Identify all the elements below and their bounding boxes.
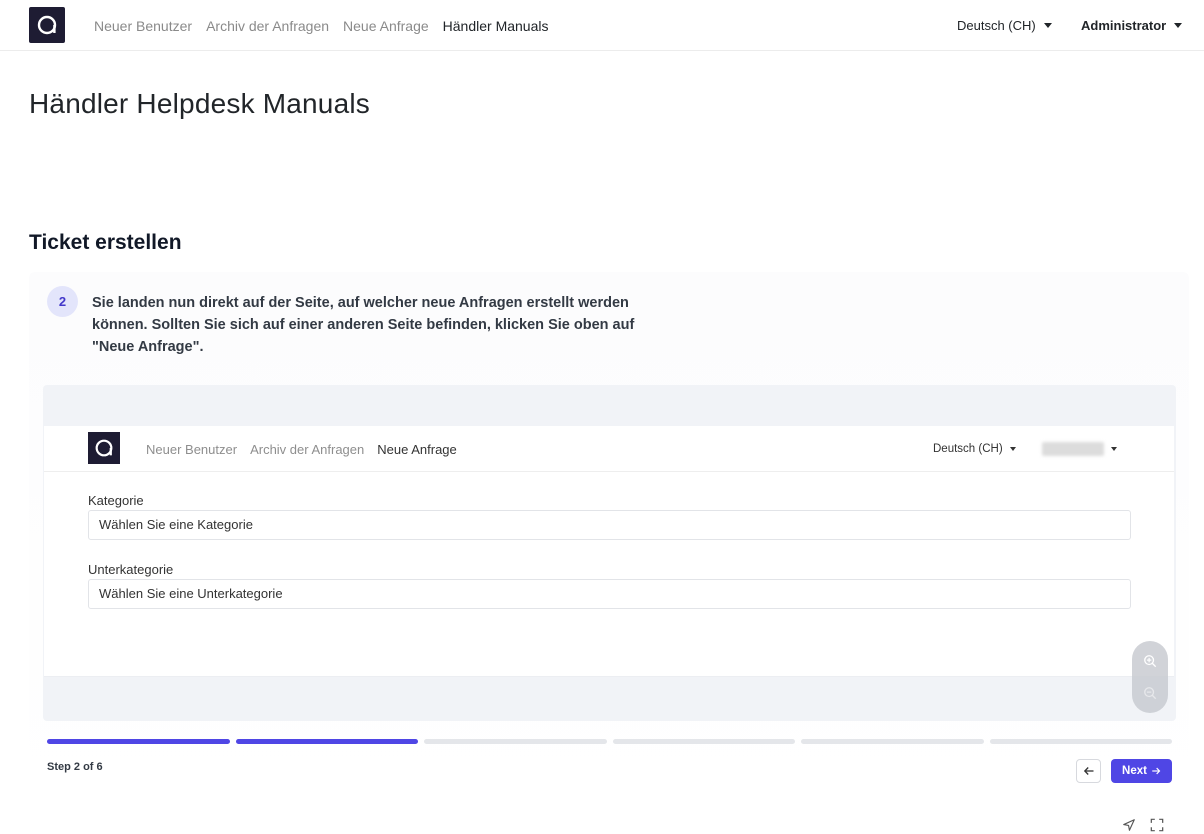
progress-segment — [424, 739, 607, 744]
screenshot-nav-new-request: Neue Anfrage — [377, 441, 457, 457]
top-navbar: Neuer Benutzer Archiv der Anfragen Neue … — [0, 0, 1204, 51]
fullscreen-button[interactable] — [1149, 817, 1165, 833]
user-name: Administrator — [1081, 18, 1167, 33]
redacted-user-name — [1042, 442, 1104, 456]
caret-down-icon — [1174, 23, 1183, 28]
logo-icon — [95, 439, 113, 457]
screenshot-nav-new-user: Neuer Benutzer — [146, 441, 238, 457]
screenshot-category-select: Wählen Sie eine Kategorie — [88, 510, 1131, 540]
screenshot-user-menu — [1042, 426, 1117, 472]
step-number-badge: 2 — [47, 286, 78, 317]
user-menu-dropdown[interactable]: Administrator — [1081, 0, 1183, 51]
logo-icon — [37, 15, 57, 35]
screenshot-subcategory-label: Unterkategorie — [88, 562, 174, 577]
screenshot-category-label: Kategorie — [88, 493, 144, 508]
zoom-out-icon — [1144, 687, 1157, 700]
progress-segment — [235, 739, 418, 744]
progress-segment — [801, 739, 984, 744]
caret-down-icon — [1009, 447, 1016, 451]
main-nav: Neuer Benutzer Archiv der Anfragen Neue … — [94, 0, 549, 51]
nav-link-new-user[interactable]: Neuer Benutzer — [94, 18, 192, 34]
language-dropdown[interactable]: Deutsch (CH) — [957, 0, 1052, 51]
step-counter: Step 2 of 6 — [47, 761, 103, 773]
fullscreen-icon — [1150, 818, 1164, 832]
zoom-in-button[interactable] — [1132, 643, 1168, 679]
arrow-right-icon — [1152, 767, 1161, 775]
next-step-button[interactable]: Next — [1111, 759, 1172, 783]
progress-segment — [612, 739, 795, 744]
caret-down-icon — [1043, 23, 1052, 28]
arrow-left-icon — [1083, 767, 1093, 775]
progress-segment — [989, 739, 1172, 744]
screenshot-nav-links: Neuer Benutzer Archiv der Anfragen Neue … — [146, 426, 457, 472]
page-title: Händler Helpdesk Manuals — [29, 88, 370, 119]
next-button-label: Next — [1122, 765, 1147, 777]
navigation-arrow-icon — [1123, 819, 1135, 831]
caret-down-icon — [1111, 447, 1117, 451]
step-progress-bar — [47, 739, 1172, 744]
screenshot-language-dropdown: Deutsch (CH) — [933, 426, 1016, 472]
zoom-controls — [1132, 641, 1168, 713]
language-label: Deutsch (CH) — [957, 18, 1036, 33]
screenshot-navbar: Neuer Benutzer Archiv der Anfragen Neue … — [44, 426, 1174, 472]
section-title: Ticket erstellen — [29, 231, 182, 254]
nav-link-dealer-manuals[interactable]: Händler Manuals — [443, 18, 549, 34]
nav-link-new-request[interactable]: Neue Anfrage — [343, 18, 429, 34]
step-screenshot: Neuer Benutzer Archiv der Anfragen Neue … — [43, 385, 1176, 721]
screenshot-subcategory-select: Wählen Sie eine Unterkategorie — [88, 579, 1131, 609]
screenshot-language-label: Deutsch (CH) — [933, 443, 1003, 455]
screenshot-nav-request-archive: Archiv der Anfragen — [250, 441, 365, 457]
nav-link-request-archive[interactable]: Archiv der Anfragen — [206, 18, 329, 34]
screenshot-logo — [88, 432, 120, 464]
step-description: Sie landen nun direkt auf der Seite, auf… — [92, 295, 635, 355]
previous-step-button[interactable] — [1076, 759, 1101, 783]
screenshot-app-window: Neuer Benutzer Archiv der Anfragen Neue … — [44, 426, 1174, 677]
navigate-button[interactable] — [1121, 817, 1137, 833]
zoom-in-icon — [1144, 655, 1157, 668]
zoom-out-button[interactable] — [1132, 675, 1168, 711]
app-logo[interactable] — [29, 7, 65, 43]
progress-segment — [47, 739, 230, 744]
